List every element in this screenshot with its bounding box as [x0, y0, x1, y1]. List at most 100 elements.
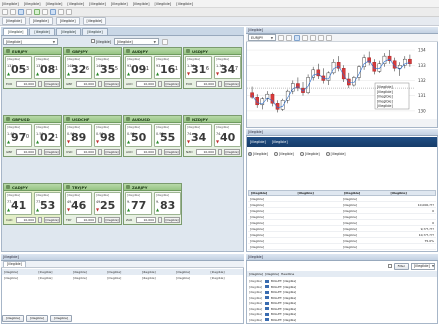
view-option[interactable]: [illegible]	[325, 152, 346, 156]
zoom-out-icon[interactable]	[286, 34, 292, 41]
menu-item[interactable]: [illegible]	[176, 2, 193, 6]
open-icon[interactable]	[10, 9, 16, 15]
quantity-stepper[interactable]	[38, 149, 42, 155]
sell-price-button[interactable]: [illegible] 9. 77 ▲	[125, 192, 152, 215]
order-button[interactable]: [illegible]	[164, 81, 180, 87]
quantity-stepper[interactable]	[218, 81, 222, 87]
quantity-stepper[interactable]	[38, 217, 42, 223]
save-icon[interactable]	[18, 9, 24, 15]
menu-item[interactable]: [illegible]	[24, 2, 41, 6]
order-action-button[interactable]: [illegible]	[50, 314, 73, 322]
zoom-in-icon[interactable]	[278, 34, 284, 41]
settings-icon[interactable]	[66, 9, 72, 15]
display-checkbox[interactable]	[91, 39, 95, 43]
order-button[interactable]: [illegible]	[164, 217, 180, 223]
rate-tab[interactable]: [illegible]	[55, 28, 82, 35]
view-option[interactable]: [illegible]	[248, 152, 268, 156]
radio-button[interactable]	[273, 152, 278, 156]
quantity-input[interactable]: 10,000	[136, 217, 156, 223]
quantity-stepper[interactable]	[98, 149, 102, 155]
buy-price-button[interactable]: [illegible] 74. 40 ▼	[214, 124, 241, 147]
radio-button[interactable]	[299, 152, 304, 156]
new-icon[interactable]	[2, 9, 8, 15]
menu-item[interactable]: [illegible]	[46, 2, 63, 6]
account-select[interactable]: [illegible] ▼	[113, 38, 159, 45]
sell-price-button[interactable]: [illegible] 74. 34 ▼	[185, 124, 212, 147]
quantity-stepper[interactable]	[98, 81, 102, 87]
order-button[interactable]: [illegible]	[224, 149, 240, 155]
quantity-stepper[interactable]	[158, 149, 162, 155]
draw-icon[interactable]	[318, 34, 324, 41]
quantity-stepper[interactable]	[218, 149, 222, 155]
line-chart-icon[interactable]	[302, 34, 308, 41]
menu-item[interactable]: [illegible]	[67, 2, 84, 6]
filter-checkbox[interactable]	[387, 264, 392, 268]
chart-icon[interactable]	[42, 9, 48, 15]
quantity-input[interactable]: 10,000	[196, 81, 216, 87]
news-item[interactable]: [illegible] BULLET: [illegible]	[247, 317, 437, 323]
order-button[interactable]: [illegible]	[44, 149, 60, 155]
menu-item[interactable]: [illegible]	[133, 2, 150, 6]
order-button[interactable]: [illegible]	[164, 149, 180, 155]
view-option[interactable]: [illegible]	[299, 152, 320, 156]
buy-price-button[interactable]: [illegible] 77. 53 ▲	[34, 192, 61, 215]
workspace-tab[interactable]: [illegible]	[82, 17, 107, 25]
workspace-tab[interactable]: [illegible]	[55, 17, 80, 25]
buy-price-button[interactable]: [illegible] 0.93 55 ▲	[154, 124, 181, 147]
rate-tab[interactable]: [illegible]	[29, 28, 55, 35]
buy-price-button[interactable]: [illegible] 1.50 02 1 ▲	[34, 124, 61, 147]
menu-item[interactable]: [illegible]	[89, 2, 106, 6]
radio-button[interactable]	[248, 152, 252, 156]
order-table-row[interactable]: [illegible] [illegible] [illegible] [illegi…	[2, 275, 243, 281]
buy-price-button[interactable]: [illegible] 49. 25 ▼	[94, 192, 121, 215]
buy-price-button[interactable]: [illegible] 0.90 98 ▼	[94, 124, 121, 147]
buy-price-button[interactable]: [illegible] 9. 83 ▲	[154, 192, 181, 215]
chart-symbol-select[interactable]: EURJPY ▼	[248, 34, 276, 41]
print-icon[interactable]	[26, 9, 32, 15]
workspace-tab[interactable]: [illegible]	[2, 17, 26, 25]
menu-item[interactable]: [illegible]	[154, 2, 171, 6]
buy-price-button[interactable]: [illegible] 1.30 34 7 ▼	[214, 56, 241, 79]
workspace-tab[interactable]: [illegible]	[28, 17, 53, 25]
news-icon[interactable]	[58, 9, 64, 15]
quantity-stepper[interactable]	[158, 217, 162, 223]
candlestick-icon[interactable]	[294, 34, 300, 41]
filter-button[interactable]: Filter	[393, 262, 409, 270]
order-button[interactable]: [illegible]	[104, 217, 120, 223]
quantity-stepper[interactable]	[98, 217, 102, 223]
quantity-input[interactable]: 10,000	[76, 81, 96, 87]
sell-price-button[interactable]: [illegible] 93. 09 1 ▲	[125, 56, 152, 79]
quantity-input[interactable]: 10,000	[136, 149, 156, 155]
quantity-input[interactable]: 10,000	[16, 149, 36, 155]
buy-price-button[interactable]: [illegible] 131. 08 1 ▲	[34, 56, 61, 79]
sell-price-button[interactable]: [illegible] 1.49 97 0 ▲	[5, 124, 32, 147]
candlestick-chart[interactable]: 134133132131130[illegible][illegible][il…	[247, 43, 437, 127]
sell-price-button[interactable]: [illegible] 131. 05 3 ▲	[5, 56, 32, 79]
order-icon[interactable]	[50, 9, 56, 15]
menu-item[interactable]: [illegible]	[111, 2, 128, 6]
order-action-button[interactable]: [illegible]	[2, 314, 25, 322]
sell-price-button[interactable]: [illegible] 0.90 89 ▼	[65, 124, 92, 147]
quantity-input[interactable]: 10,000	[136, 81, 156, 87]
menu-item[interactable]: [illegible]	[2, 2, 19, 6]
sell-price-button[interactable]: [illegible] 1.30 31 6 ▼	[185, 56, 212, 79]
sell-price-button[interactable]: [illegible] 0.93 50 ▲	[125, 124, 152, 147]
rate-tab[interactable]: [illegible]	[3, 28, 29, 35]
radio-button[interactable]	[325, 152, 330, 156]
account-dropdown[interactable]: [illegible] ▼	[3, 38, 58, 45]
sell-price-button[interactable]: [illegible] 148. 32 6 ▲	[65, 56, 92, 79]
quantity-stepper[interactable]	[158, 81, 162, 87]
order-button[interactable]: [illegible]	[44, 81, 60, 87]
quantity-input[interactable]: 10,000	[16, 217, 36, 223]
news-provider-select[interactable]: [illegible] ▼	[411, 262, 435, 270]
refresh-icon[interactable]	[326, 34, 332, 41]
quantity-stepper[interactable]	[38, 81, 42, 87]
quantity-input[interactable]: 10,000	[76, 149, 96, 155]
buy-price-button[interactable]: [illegible] 148. 35 5 ▲	[94, 56, 121, 79]
sell-price-button[interactable]: [illegible] 49. 46 ▼	[65, 192, 92, 215]
quantity-input[interactable]: 10,000	[196, 149, 216, 155]
order-button[interactable]: [illegible]	[44, 217, 60, 223]
connect-icon[interactable]	[34, 9, 40, 15]
indicator-icon[interactable]	[310, 34, 316, 41]
quantity-input[interactable]: 10,000	[76, 217, 96, 223]
